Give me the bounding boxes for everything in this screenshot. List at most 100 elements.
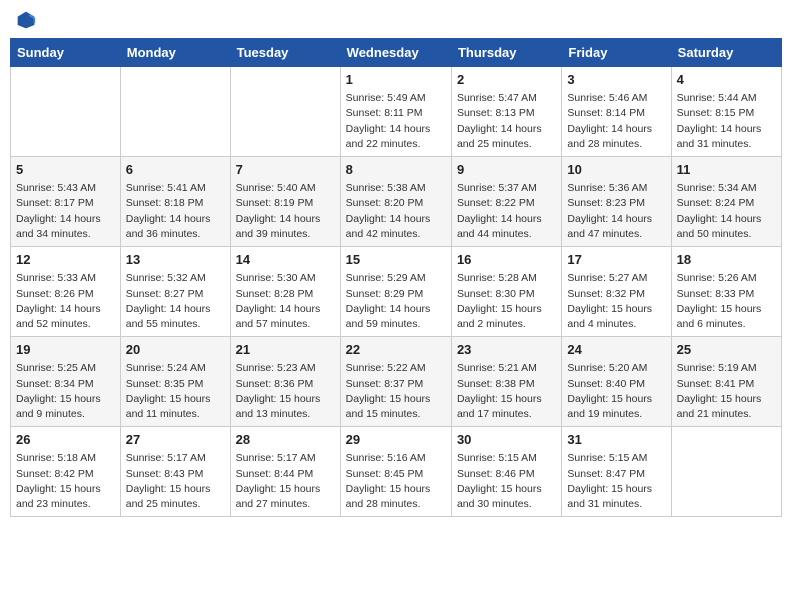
day-number: 24 [567, 341, 665, 359]
calendar-cell: 19Sunrise: 5:25 AM Sunset: 8:34 PM Dayli… [11, 337, 121, 427]
day-number: 21 [236, 341, 335, 359]
calendar-cell: 5 Sunrise: 5:43 AM Sunset: 8:17 PM Daylig… [11, 157, 121, 247]
calendar-cell: 18 Sunrise: 5:26 AM Sunset: 8:33 PM Dayli… [671, 247, 781, 337]
weekday-header-saturday: Saturday [671, 39, 781, 67]
calendar-cell: 22Sunrise: 5:22 AM Sunset: 8:37 PM Dayli… [340, 337, 451, 427]
day-number: 2 [457, 71, 556, 89]
day-info: Sunrise: 5:28 AM Sunset: 8:30 PM Dayligh… [457, 271, 556, 332]
day-number: 1 [346, 71, 446, 89]
day-info: Sunrise: 5:34 AM Sunset: 8:24 PM Dayligh… [677, 181, 776, 242]
day-number: 14 [236, 251, 335, 269]
calendar-cell: 30 Sunrise: 5:15 AM Sunset: 8:46 PM Dayli… [451, 427, 561, 517]
calendar-cell: 23 Sunrise: 5:21 AM Sunset: 8:38 PM Dayli… [451, 337, 561, 427]
calendar-cell: 29Sunrise: 5:16 AM Sunset: 8:45 PM Dayli… [340, 427, 451, 517]
day-number: 28 [236, 431, 335, 449]
day-info: Sunrise: 5:29 AM Sunset: 8:29 PM Dayligh… [346, 271, 446, 332]
calendar-week-row: 5 Sunrise: 5:43 AM Sunset: 8:17 PM Daylig… [11, 157, 782, 247]
day-number: 30 [457, 431, 556, 449]
day-number: 15 [346, 251, 446, 269]
day-number: 18 [677, 251, 776, 269]
day-info: Sunrise: 5:38 AM Sunset: 8:20 PM Dayligh… [346, 181, 446, 242]
calendar-cell: 1 Sunrise: 5:49 AM Sunset: 8:11 PM Daylig… [340, 67, 451, 157]
day-number: 23 [457, 341, 556, 359]
calendar-week-row: 26Sunrise: 5:18 AM Sunset: 8:42 PM Dayli… [11, 427, 782, 517]
day-number: 12 [16, 251, 115, 269]
calendar-cell [230, 67, 340, 157]
calendar-cell: 4 Sunrise: 5:44 AM Sunset: 8:15 PM Daylig… [671, 67, 781, 157]
day-info: Sunrise: 5:27 AM Sunset: 8:32 PM Dayligh… [567, 271, 665, 332]
day-number: 9 [457, 161, 556, 179]
day-info: Sunrise: 5:17 AM Sunset: 8:43 PM Dayligh… [126, 451, 225, 512]
calendar-cell [671, 427, 781, 517]
day-info: Sunrise: 5:19 AM Sunset: 8:41 PM Dayligh… [677, 361, 776, 422]
day-number: 26 [16, 431, 115, 449]
day-number: 10 [567, 161, 665, 179]
day-number: 17 [567, 251, 665, 269]
calendar-cell [11, 67, 121, 157]
day-number: 6 [126, 161, 225, 179]
day-number: 5 [16, 161, 115, 179]
calendar-cell: 27 Sunrise: 5:17 AM Sunset: 8:43 PM Dayli… [120, 427, 230, 517]
calendar-cell: 21 Sunrise: 5:23 AM Sunset: 8:36 PM Dayli… [230, 337, 340, 427]
day-info: Sunrise: 5:40 AM Sunset: 8:19 PM Dayligh… [236, 181, 335, 242]
calendar-cell: 17 Sunrise: 5:27 AM Sunset: 8:32 PM Dayli… [562, 247, 671, 337]
logo [14, 10, 36, 30]
day-info: Sunrise: 5:37 AM Sunset: 8:22 PM Dayligh… [457, 181, 556, 242]
weekday-header-friday: Friday [562, 39, 671, 67]
day-number: 4 [677, 71, 776, 89]
calendar-week-row: 19Sunrise: 5:25 AM Sunset: 8:34 PM Dayli… [11, 337, 782, 427]
day-info: Sunrise: 5:49 AM Sunset: 8:11 PM Dayligh… [346, 91, 446, 152]
day-number: 25 [677, 341, 776, 359]
calendar-cell: 26Sunrise: 5:18 AM Sunset: 8:42 PM Dayli… [11, 427, 121, 517]
calendar-cell [120, 67, 230, 157]
day-number: 20 [126, 341, 225, 359]
day-info: Sunrise: 5:20 AM Sunset: 8:40 PM Dayligh… [567, 361, 665, 422]
calendar-cell: 14 Sunrise: 5:30 AM Sunset: 8:28 PM Dayli… [230, 247, 340, 337]
day-info: Sunrise: 5:15 AM Sunset: 8:46 PM Dayligh… [457, 451, 556, 512]
calendar-cell: 31Sunrise: 5:15 AM Sunset: 8:47 PM Dayli… [562, 427, 671, 517]
day-info: Sunrise: 5:25 AM Sunset: 8:34 PM Dayligh… [16, 361, 115, 422]
calendar-cell: 11 Sunrise: 5:34 AM Sunset: 8:24 PM Dayli… [671, 157, 781, 247]
calendar-cell: 7 Sunrise: 5:40 AM Sunset: 8:19 PM Daylig… [230, 157, 340, 247]
day-info: Sunrise: 5:26 AM Sunset: 8:33 PM Dayligh… [677, 271, 776, 332]
calendar-header-row: SundayMondayTuesdayWednesdayThursdayFrid… [11, 39, 782, 67]
day-number: 16 [457, 251, 556, 269]
calendar-cell: 28 Sunrise: 5:17 AM Sunset: 8:44 PM Dayli… [230, 427, 340, 517]
calendar-cell: 15 Sunrise: 5:29 AM Sunset: 8:29 PM Dayli… [340, 247, 451, 337]
calendar-cell: 2 Sunrise: 5:47 AM Sunset: 8:13 PM Daylig… [451, 67, 561, 157]
calendar-cell: 13Sunrise: 5:32 AM Sunset: 8:27 PM Dayli… [120, 247, 230, 337]
day-info: Sunrise: 5:43 AM Sunset: 8:17 PM Dayligh… [16, 181, 115, 242]
calendar-cell: 24 Sunrise: 5:20 AM Sunset: 8:40 PM Dayli… [562, 337, 671, 427]
weekday-header-tuesday: Tuesday [230, 39, 340, 67]
day-number: 27 [126, 431, 225, 449]
weekday-header-wednesday: Wednesday [340, 39, 451, 67]
day-number: 3 [567, 71, 665, 89]
calendar-week-row: 1 Sunrise: 5:49 AM Sunset: 8:11 PM Daylig… [11, 67, 782, 157]
day-info: Sunrise: 5:36 AM Sunset: 8:23 PM Dayligh… [567, 181, 665, 242]
day-info: Sunrise: 5:16 AM Sunset: 8:45 PM Dayligh… [346, 451, 446, 512]
calendar-cell: 6Sunrise: 5:41 AM Sunset: 8:18 PM Daylig… [120, 157, 230, 247]
day-info: Sunrise: 5:17 AM Sunset: 8:44 PM Dayligh… [236, 451, 335, 512]
calendar-cell: 12 Sunrise: 5:33 AM Sunset: 8:26 PM Dayli… [11, 247, 121, 337]
day-number: 11 [677, 161, 776, 179]
day-info: Sunrise: 5:33 AM Sunset: 8:26 PM Dayligh… [16, 271, 115, 332]
day-info: Sunrise: 5:47 AM Sunset: 8:13 PM Dayligh… [457, 91, 556, 152]
day-info: Sunrise: 5:30 AM Sunset: 8:28 PM Dayligh… [236, 271, 335, 332]
day-info: Sunrise: 5:23 AM Sunset: 8:36 PM Dayligh… [236, 361, 335, 422]
calendar-cell: 3 Sunrise: 5:46 AM Sunset: 8:14 PM Daylig… [562, 67, 671, 157]
day-info: Sunrise: 5:21 AM Sunset: 8:38 PM Dayligh… [457, 361, 556, 422]
calendar-table: SundayMondayTuesdayWednesdayThursdayFrid… [10, 38, 782, 517]
calendar-cell: 20Sunrise: 5:24 AM Sunset: 8:35 PM Dayli… [120, 337, 230, 427]
day-number: 7 [236, 161, 335, 179]
day-info: Sunrise: 5:22 AM Sunset: 8:37 PM Dayligh… [346, 361, 446, 422]
page-header [10, 10, 782, 30]
day-info: Sunrise: 5:15 AM Sunset: 8:47 PM Dayligh… [567, 451, 665, 512]
calendar-cell: 9 Sunrise: 5:37 AM Sunset: 8:22 PM Daylig… [451, 157, 561, 247]
calendar-cell: 10 Sunrise: 5:36 AM Sunset: 8:23 PM Dayli… [562, 157, 671, 247]
calendar-cell: 8Sunrise: 5:38 AM Sunset: 8:20 PM Daylig… [340, 157, 451, 247]
logo-icon [16, 10, 36, 30]
day-number: 13 [126, 251, 225, 269]
day-info: Sunrise: 5:46 AM Sunset: 8:14 PM Dayligh… [567, 91, 665, 152]
day-info: Sunrise: 5:44 AM Sunset: 8:15 PM Dayligh… [677, 91, 776, 152]
calendar-cell: 25 Sunrise: 5:19 AM Sunset: 8:41 PM Dayli… [671, 337, 781, 427]
